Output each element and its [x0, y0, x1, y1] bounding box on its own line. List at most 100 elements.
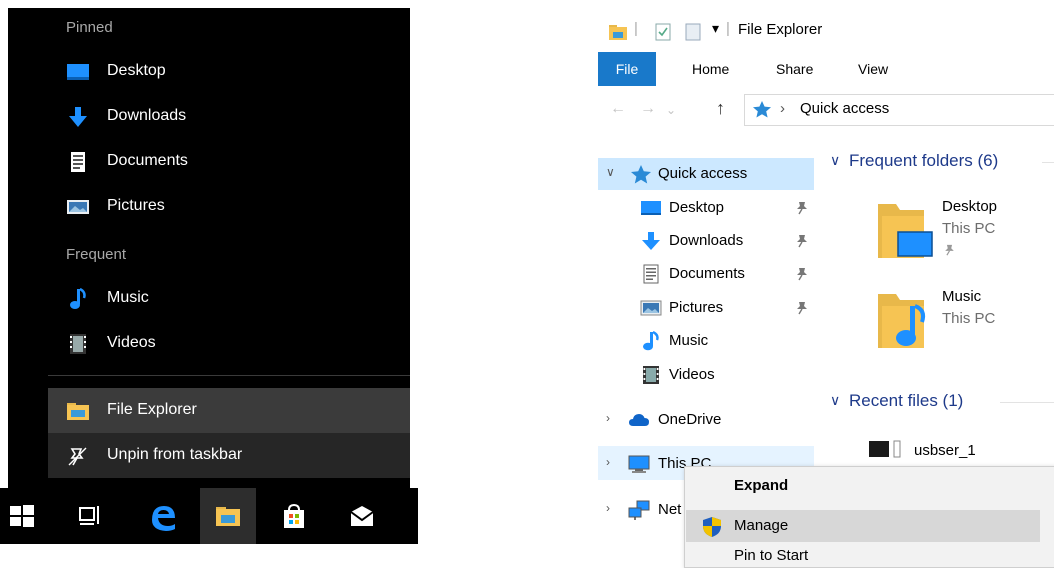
nav-item-label: Music [669, 332, 709, 349]
up-button[interactable]: ↑ [716, 98, 725, 119]
jumplist-item-music[interactable]: Music [48, 276, 410, 321]
frequent-folder-desktop[interactable]: Desktop This PC [868, 192, 1054, 264]
nav-item-music[interactable]: Music [598, 325, 814, 357]
recent-locations-dropdown[interactable]: ⌄ [666, 103, 676, 117]
jumplist-item-label: Music [107, 289, 149, 306]
tab-share[interactable]: Share [776, 52, 813, 86]
onedrive-icon [629, 414, 649, 426]
store-button[interactable] [266, 488, 322, 544]
nav-item-label: Pictures [669, 299, 724, 316]
jumplist-item-label: Downloads [107, 107, 187, 124]
documents-icon [71, 152, 85, 172]
jumplist-item-downloads[interactable]: Downloads [48, 94, 410, 139]
file-explorer-taskbar-button[interactable] [200, 488, 256, 544]
jumplist-item-desktop[interactable]: Desktop [48, 49, 410, 94]
folder-name: Music [942, 288, 982, 305]
jumplist-item-label: Desktop [107, 62, 166, 79]
frequent-folder-music[interactable]: Music This PC [868, 282, 1054, 354]
context-menu-manage[interactable]: Manage [686, 510, 1040, 542]
quick-access-star-icon [631, 165, 651, 184]
nav-quick-access[interactable]: ∨ Quick access [598, 158, 814, 190]
chevron-down-icon[interactable]: ∨ [830, 152, 840, 169]
start-button[interactable] [0, 488, 56, 544]
jumplist-item-documents[interactable]: Documents [48, 139, 410, 184]
file-icon [869, 440, 901, 458]
music-folder-icon [878, 294, 926, 348]
frequent-folders-header[interactable]: Frequent folders (6) [849, 151, 998, 171]
jumplist-item-label: Documents [107, 152, 188, 169]
documents-icon [643, 264, 659, 284]
chevron-right-icon[interactable]: › [606, 411, 610, 425]
unpin-from-taskbar-button[interactable]: Unpin from taskbar [48, 433, 410, 478]
file-explorer-icon [216, 507, 240, 526]
nav-item-label: Quick access [658, 165, 748, 182]
title-separator: | [634, 20, 638, 37]
title-bar: | ▾ | File Explorer [598, 14, 1054, 50]
tab-view[interactable]: View [858, 52, 888, 86]
forward-button[interactable]: → [640, 100, 656, 118]
nav-item-downloads[interactable]: Downloads [598, 225, 814, 257]
nav-item-videos[interactable]: Videos [598, 359, 814, 391]
edge-icon [152, 506, 175, 531]
windows-start-icon [10, 505, 34, 527]
task-view-icon [79, 506, 99, 525]
properties-icon[interactable] [654, 22, 672, 42]
file-name: usbser_1 [914, 442, 976, 459]
nav-item-label: Net [658, 501, 682, 518]
back-button[interactable]: ← [610, 100, 626, 118]
downloads-icon [69, 107, 87, 127]
folder-icon [609, 25, 627, 40]
folder-name: Desktop [942, 198, 998, 215]
desktop-icon [67, 64, 89, 80]
nav-item-label: Videos [669, 366, 715, 383]
nav-item-pictures[interactable]: Pictures [598, 292, 814, 324]
quick-access-toolbar-dropdown[interactable]: ▾ [712, 20, 719, 37]
jump-list-divider [48, 375, 410, 376]
nav-item-desktop[interactable]: Desktop [598, 192, 814, 224]
pinned-header: Pinned [66, 19, 113, 36]
jump-list-side-strip [8, 8, 48, 488]
task-view-button[interactable] [62, 488, 118, 544]
jumplist-item-pictures[interactable]: Pictures [48, 184, 410, 229]
edge-button[interactable] [134, 488, 190, 544]
recent-file-item[interactable]: usbser_1 [860, 436, 1054, 464]
new-folder-icon[interactable] [684, 22, 702, 42]
section-divider [1000, 402, 1054, 403]
nav-item-label: Desktop [669, 199, 725, 216]
nav-onedrive[interactable]: › OneDrive [598, 404, 814, 436]
downloads-icon [642, 232, 660, 250]
mail-icon [350, 506, 374, 526]
context-menu-pin-to-start[interactable]: Pin to Start [734, 547, 808, 564]
jumplist-item-label: File Explorer [107, 401, 197, 418]
pin-icon[interactable] [796, 267, 808, 281]
breadcrumb-quick-access[interactable]: Quick access [800, 100, 889, 117]
computer-icon [628, 455, 650, 473]
videos-icon [643, 366, 659, 384]
music-icon [643, 331, 659, 351]
context-menu-expand[interactable]: Expand [734, 477, 788, 494]
folder-location: This PC [942, 220, 996, 237]
address-bar[interactable] [744, 94, 1054, 126]
folder-location: This PC [942, 310, 996, 327]
pin-icon[interactable] [796, 234, 808, 248]
context-menu-item-label: Manage [734, 517, 789, 534]
mail-button[interactable] [334, 488, 390, 544]
tab-home[interactable]: Home [692, 52, 729, 86]
tab-file[interactable]: File [598, 52, 656, 86]
chevron-right-icon[interactable]: › [606, 501, 610, 515]
jumplist-app-file-explorer[interactable]: File Explorer [48, 388, 410, 433]
videos-icon [70, 334, 86, 354]
nav-item-label: Downloads [669, 232, 744, 249]
jumplist-item-videos[interactable]: Videos [48, 321, 410, 366]
jumplist-item-label: Unpin from taskbar [107, 446, 243, 463]
chevron-right-icon[interactable]: › [606, 455, 610, 469]
section-divider [1042, 162, 1054, 163]
pin-icon[interactable] [796, 201, 808, 215]
pin-icon[interactable] [796, 301, 808, 315]
store-icon [284, 503, 304, 528]
chevron-down-icon[interactable]: ∨ [606, 165, 615, 179]
recent-files-header[interactable]: Recent files (1) [849, 391, 963, 411]
nav-item-documents[interactable]: Documents [598, 258, 814, 290]
unpin-icon [68, 447, 87, 466]
chevron-down-icon[interactable]: ∨ [830, 392, 840, 409]
